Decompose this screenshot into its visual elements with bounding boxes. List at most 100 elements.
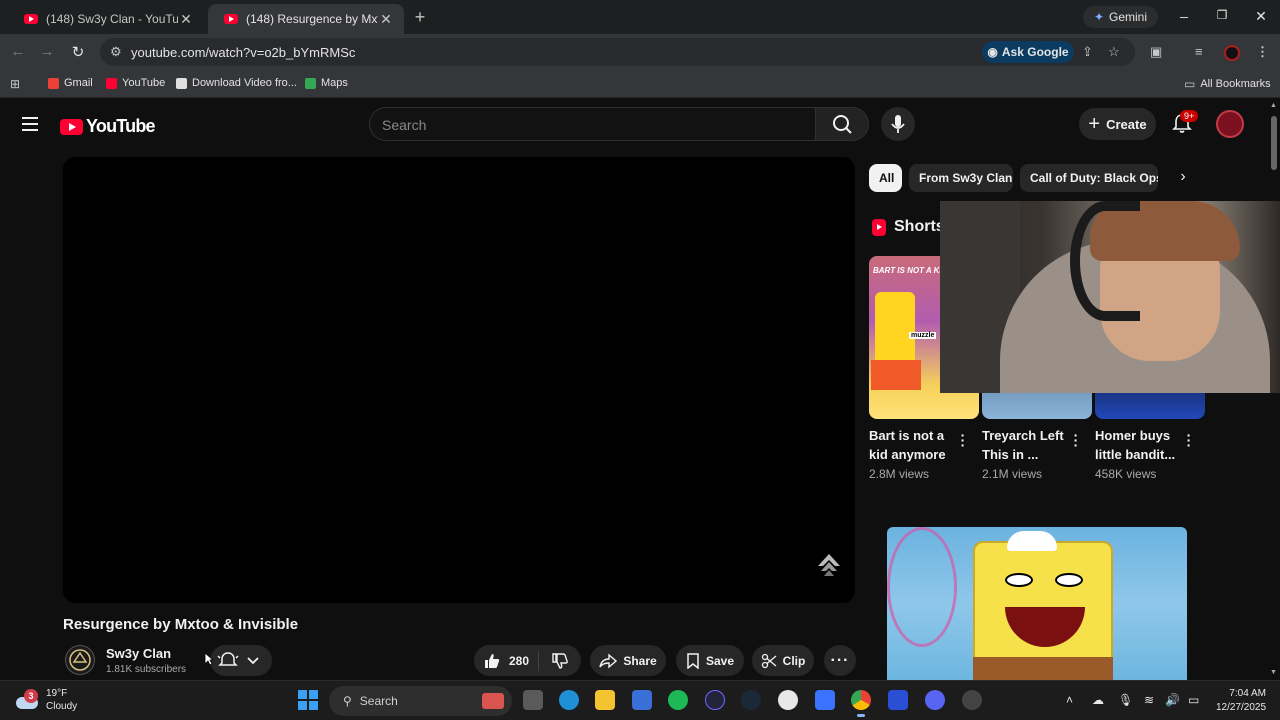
battery-icon[interactable]: ▭: [1188, 693, 1199, 707]
youtube-icon: [106, 77, 117, 89]
bookmark-label: Gmail: [64, 77, 93, 89]
steam-icon[interactable]: [741, 690, 761, 710]
subscribed-notifications-button[interactable]: [210, 645, 272, 676]
more-actions-button[interactable]: ···: [824, 645, 856, 676]
like-button[interactable]: 280: [474, 650, 539, 671]
bookmark-gmail[interactable]: Gmail: [48, 77, 93, 89]
chip-all[interactable]: All: [869, 164, 902, 192]
menu-hamburger-icon[interactable]: [22, 117, 38, 131]
dislike-button[interactable]: [539, 652, 581, 670]
youtube-logo[interactable]: YouTube: [60, 116, 156, 137]
taskbar-search[interactable]: ⚲ Search: [329, 686, 512, 716]
thumbnail-pants: [973, 657, 1113, 680]
browser-tab-resurgence[interactable]: (148) Resurgence by Mxtoo & Invisible ✕: [208, 4, 404, 34]
video-player[interactable]: [63, 157, 855, 603]
forward-arrow-icon[interactable]: →: [38, 43, 56, 60]
bookmark-star-icon[interactable]: ☆: [1108, 44, 1120, 60]
microsoft-store-icon[interactable]: [632, 690, 652, 710]
shorts-header: Shorts: [872, 218, 945, 236]
volume-icon[interactable]: 🔊: [1165, 693, 1180, 707]
channel-avatar[interactable]: [65, 645, 95, 675]
chevron-right-icon[interactable]: ›: [1172, 168, 1194, 188]
wifi-icon[interactable]: ≋: [1144, 693, 1154, 707]
search-input[interactable]: [382, 115, 802, 135]
mouse-cursor-icon: [204, 652, 214, 666]
scrollbar-thumb[interactable]: [1271, 116, 1277, 170]
chip-from-channel[interactable]: From Sw3y Clan: [909, 164, 1013, 192]
short-title[interactable]: Treyarch Left This in ...: [982, 426, 1072, 464]
short-menu-icon[interactable]: · · ·: [1184, 428, 1194, 452]
task-view-icon[interactable]: [523, 690, 543, 710]
apps-grid-icon[interactable]: ⊞: [10, 77, 20, 91]
settings-gear-icon[interactable]: [962, 690, 982, 710]
windows-start-icon[interactable]: [298, 690, 318, 710]
install-app-icon[interactable]: ⇪: [1082, 44, 1093, 60]
youtube-favicon-icon: [224, 14, 238, 24]
reading-list-icon[interactable]: ≡: [1195, 44, 1203, 59]
clip-button[interactable]: Clip: [752, 645, 814, 676]
account-avatar[interactable]: [1216, 110, 1244, 138]
edge-icon[interactable]: [559, 690, 579, 710]
bookmark-youtube[interactable]: YouTube: [106, 77, 165, 89]
app-l-icon[interactable]: [888, 690, 908, 710]
address-bar[interactable]: ⚙ youtube.com/watch?v=o2b_bYmRMSc ◉ Ask …: [100, 38, 1135, 66]
channel-watermark-icon[interactable]: [815, 551, 843, 579]
window-close-icon[interactable]: ✕: [1252, 8, 1270, 25]
tab-close-icon[interactable]: ✕: [378, 11, 394, 28]
file-explorer-icon[interactable]: [595, 690, 615, 710]
tab-title: (148) Sw3y Clan - YouTube: [46, 12, 178, 26]
search-icon: ⚲: [343, 694, 352, 708]
voice-search-button[interactable]: [881, 107, 915, 141]
browser-menu-icon[interactable]: ⋮: [1256, 44, 1269, 60]
chip-black-ops[interactable]: Call of Duty: Black Ops II: [1020, 164, 1158, 192]
search-highlight-icon: [482, 693, 504, 709]
all-bookmarks[interactable]: ▭ All Bookmarks: [1184, 77, 1271, 91]
chrome-icon[interactable]: [851, 690, 871, 717]
minimize-icon[interactable]: –: [1175, 8, 1193, 24]
create-button[interactable]: + Create: [1079, 108, 1156, 140]
bookmark-download-video[interactable]: Download Video fro...: [176, 77, 297, 89]
back-arrow-icon[interactable]: ←: [9, 43, 27, 60]
new-tab-button[interactable]: +: [410, 7, 430, 27]
app-blue-icon[interactable]: [815, 690, 835, 710]
browser-profile-avatar[interactable]: [1224, 45, 1240, 61]
recommended-video-thumbnail[interactable]: [887, 527, 1187, 680]
shorts-logo-icon: [872, 218, 886, 236]
side-panel-icon[interactable]: ▣: [1150, 44, 1162, 60]
show-hidden-icons-chevron-icon[interactable]: ˄: [1066, 693, 1073, 707]
scroll-up-arrow-icon[interactable]: ▲: [1270, 102, 1277, 109]
short-menu-icon[interactable]: · · ·: [958, 428, 968, 452]
short-title[interactable]: Bart is not a kid anymore: [869, 426, 959, 464]
clock-date: 12/27/2025: [1216, 702, 1267, 713]
share-button[interactable]: Share: [590, 645, 666, 676]
media-player-icon[interactable]: [705, 690, 725, 710]
weather-widget[interactable]: 3 19°F Cloudy: [16, 687, 77, 713]
bookmarks-bar: ⊞ Gmail YouTube Download Video fro... Ma…: [0, 70, 1280, 98]
gemini-sparkle-icon: ✦: [1093, 10, 1105, 24]
site-info-icon[interactable]: ⚙: [110, 44, 122, 60]
scroll-down-arrow-icon[interactable]: ▼: [1270, 669, 1277, 676]
search-button[interactable]: [815, 107, 869, 141]
bookmark-save-icon: [687, 652, 699, 669]
bookmark-maps[interactable]: Maps: [305, 77, 348, 89]
thumbs-up-icon: [485, 653, 500, 668]
short-menu-icon[interactable]: · · ·: [1071, 428, 1081, 452]
discord-icon[interactable]: [925, 690, 945, 710]
short-title[interactable]: Homer buys little bandit...: [1095, 426, 1185, 464]
system-clock[interactable]: 7:04 AM 12/27/2025: [1216, 687, 1266, 715]
browser-tab-sw3y-clan[interactable]: (148) Sw3y Clan - YouTube ✕: [8, 4, 204, 34]
webcam-headset: [1070, 201, 1140, 321]
maximize-icon[interactable]: ❐: [1213, 8, 1231, 22]
cloud-sync-icon[interactable]: ☁: [1092, 693, 1104, 707]
app-icon[interactable]: [778, 690, 798, 710]
save-button[interactable]: Save: [676, 645, 744, 676]
microphone-tray-icon[interactable]: 🎙: [1118, 693, 1133, 707]
reload-icon[interactable]: ↻: [69, 43, 87, 61]
channel-name[interactable]: Sw3y Clan: [106, 646, 171, 661]
clock-time: 7:04 AM: [1229, 688, 1266, 699]
gmail-icon: [48, 77, 59, 89]
gemini-button[interactable]: ✦ Gemini: [1083, 6, 1158, 28]
tab-close-icon[interactable]: ✕: [178, 11, 194, 28]
ask-google-button[interactable]: ◉ Ask Google: [982, 41, 1074, 63]
spotify-icon[interactable]: [668, 690, 688, 710]
